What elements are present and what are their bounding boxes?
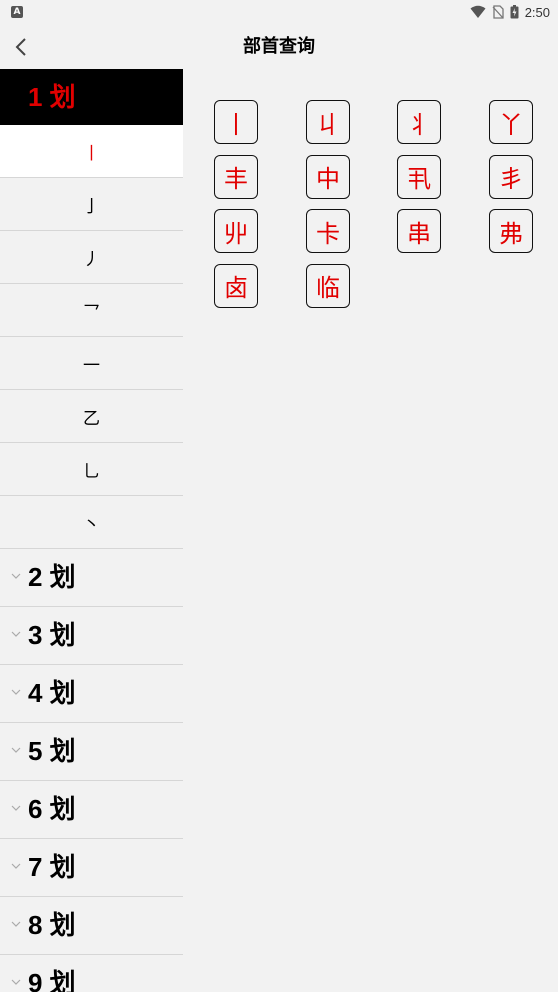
stroke-group-header[interactable]: 4 划: [0, 665, 183, 723]
page-title: 部首查询: [243, 36, 315, 57]
status-bar: A 2:50: [0, 0, 558, 24]
app-notification-icon: A: [11, 6, 23, 18]
radical-label: 乚: [83, 461, 100, 482]
radical-char-button[interactable]: 卤: [214, 263, 258, 308]
stroke-group-header[interactable]: 9 划: [0, 955, 183, 992]
battery-charging-icon: [510, 5, 519, 19]
radical-char-button[interactable]: 丰: [214, 154, 258, 199]
radical-list-item[interactable]: 乚: [0, 443, 183, 496]
stroke-group-header[interactable]: 3 划: [0, 607, 183, 665]
radical-char-button[interactable]: 串: [397, 209, 441, 253]
status-time: 2:50: [524, 4, 550, 20]
radical-label: 一: [83, 355, 100, 376]
app-bar: 部首查询: [0, 24, 558, 69]
chevron-down-icon: [11, 979, 21, 985]
stroke-group-label: 8 划: [28, 910, 76, 940]
stroke-group-header[interactable]: 8 划: [0, 897, 183, 955]
radical-label: 丶: [83, 514, 100, 535]
stroke-group-header[interactable]: 7 划: [0, 839, 183, 897]
radical-label: 乙: [83, 408, 100, 429]
chevron-down-icon: [11, 689, 21, 695]
stroke-group-label: 3 划: [28, 620, 76, 650]
radical-label: 亅: [83, 196, 100, 217]
stroke-group-header[interactable]: 6 划: [0, 781, 183, 839]
radical-char-button[interactable]: 弗: [489, 209, 533, 253]
status-icons: 2:50: [470, 3, 550, 21]
stroke-group-label: 5 划: [28, 736, 76, 766]
stroke-group-label: 4 划: [28, 678, 76, 708]
wifi-icon: [470, 5, 486, 18]
radical-char-button[interactable]: 丩: [306, 100, 350, 144]
back-button[interactable]: [6, 32, 36, 62]
stroke-group-label: 9 划: [28, 968, 76, 992]
chevron-down-icon: [11, 863, 21, 869]
radical-label: 丿: [83, 249, 100, 270]
radical-char-button[interactable]: 丨: [214, 100, 258, 144]
no-sim-icon: [492, 5, 504, 19]
radical-list-item[interactable]: 丨: [0, 125, 183, 178]
radical-list-item[interactable]: 丿: [0, 231, 183, 284]
radical-char-button[interactable]: 卡: [306, 209, 350, 253]
stroke-group-header[interactable]: 5 划: [0, 723, 183, 781]
radical-char-button[interactable]: 丱: [214, 209, 258, 253]
stroke-group-label: 1 划: [28, 82, 76, 112]
radical-label: 乛: [83, 302, 100, 323]
radical-char-button[interactable]: 丯: [489, 154, 533, 199]
radical-char-button[interactable]: 丫: [489, 100, 533, 144]
stroke-group-header[interactable]: 2 划: [0, 549, 183, 607]
radical-list-item[interactable]: 乙: [0, 390, 183, 443]
chevron-down-icon: [11, 805, 21, 811]
stroke-group-label: 7 划: [28, 852, 76, 882]
chevron-left-icon: [15, 38, 26, 56]
radical-char-button[interactable]: 临: [306, 263, 350, 308]
radical-list-item[interactable]: 乛: [0, 284, 183, 337]
stroke-group-label: 6 划: [28, 794, 76, 824]
radical-char-button[interactable]: 中: [306, 154, 350, 199]
chevron-down-icon: [11, 631, 21, 637]
chevron-down-icon: [11, 921, 21, 927]
stroke-group-header[interactable]: 1 划: [0, 69, 183, 125]
radical-list-item[interactable]: 丶: [0, 496, 183, 549]
radical-list-item[interactable]: 一: [0, 337, 183, 390]
radical-list-item[interactable]: 亅: [0, 178, 183, 231]
radical-char-button[interactable]: 丮: [397, 154, 441, 199]
stroke-group-label: 2 划: [28, 562, 76, 592]
chevron-down-icon: [11, 747, 21, 753]
stroke-count-sidebar[interactable]: 1 划丨亅丿乛一乙乚丶 2 划 3 划 4 划 5 划 6 划 7 划 8 划 9 划: [0, 69, 183, 992]
chevron-down-icon: [11, 573, 21, 579]
radical-label: 丨: [83, 143, 100, 164]
radical-char-button[interactable]: 丬: [397, 100, 441, 144]
